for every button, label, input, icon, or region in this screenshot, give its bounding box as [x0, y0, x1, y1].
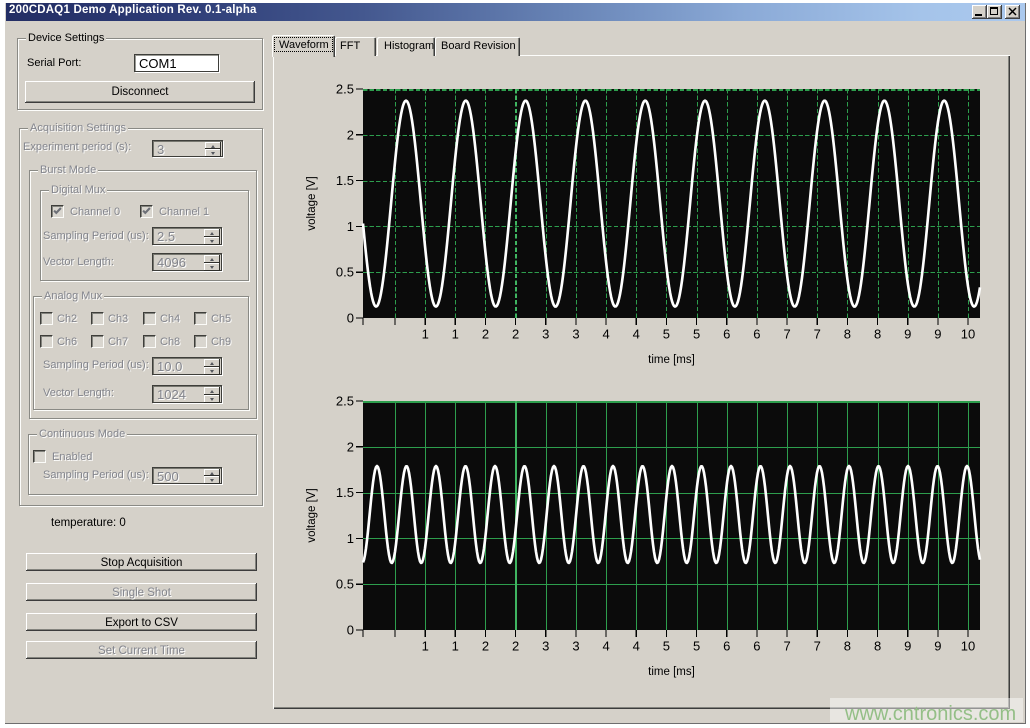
svg-text:6: 6 — [723, 639, 730, 654]
svg-text:1: 1 — [347, 219, 354, 234]
svg-text:8: 8 — [844, 639, 851, 654]
svg-text:0.5: 0.5 — [336, 265, 354, 280]
svg-text:6: 6 — [753, 639, 760, 654]
svg-text:2.5: 2.5 — [336, 394, 354, 409]
svg-text:9: 9 — [934, 639, 941, 654]
svg-text:1: 1 — [452, 639, 459, 654]
svg-text:1.5: 1.5 — [336, 173, 354, 188]
svg-text:0: 0 — [347, 311, 354, 326]
svg-text:10: 10 — [961, 639, 975, 654]
svg-text:5: 5 — [693, 327, 700, 342]
svg-text:5: 5 — [663, 327, 670, 342]
svg-text:2: 2 — [482, 639, 489, 654]
svg-text:8: 8 — [874, 639, 881, 654]
svg-text:8: 8 — [844, 327, 851, 342]
svg-text:0: 0 — [347, 623, 354, 638]
svg-text:5: 5 — [693, 639, 700, 654]
svg-text:4: 4 — [633, 639, 640, 654]
svg-text:3: 3 — [542, 639, 549, 654]
svg-text:4: 4 — [602, 327, 609, 342]
svg-text:2: 2 — [512, 327, 519, 342]
svg-text:2: 2 — [347, 439, 354, 454]
svg-text:10: 10 — [961, 327, 975, 342]
svg-text:9: 9 — [934, 327, 941, 342]
svg-text:9: 9 — [904, 639, 911, 654]
svg-text:6: 6 — [723, 327, 730, 342]
svg-text:voltage [V]: voltage [V] — [306, 488, 318, 542]
svg-text:4: 4 — [633, 327, 640, 342]
svg-text:9: 9 — [904, 327, 911, 342]
svg-text:3: 3 — [572, 639, 579, 654]
svg-text:5: 5 — [663, 639, 670, 654]
svg-text:7: 7 — [783, 639, 790, 654]
svg-text:1: 1 — [422, 639, 429, 654]
svg-text:3: 3 — [572, 327, 579, 342]
svg-text:time [ms]: time [ms] — [648, 354, 695, 366]
svg-text:1.5: 1.5 — [336, 485, 354, 500]
svg-text:voltage [V]: voltage [V] — [306, 176, 318, 230]
svg-text:1: 1 — [422, 327, 429, 342]
svg-text:0.5: 0.5 — [336, 577, 354, 592]
svg-text:7: 7 — [814, 327, 821, 342]
svg-text:1: 1 — [347, 531, 354, 546]
svg-text:3: 3 — [542, 327, 549, 342]
svg-text:2: 2 — [512, 639, 519, 654]
svg-text:8: 8 — [874, 327, 881, 342]
svg-text:1: 1 — [452, 327, 459, 342]
svg-text:6: 6 — [753, 327, 760, 342]
svg-text:2: 2 — [347, 127, 354, 142]
svg-text:7: 7 — [814, 639, 821, 654]
svg-text:2: 2 — [482, 327, 489, 342]
svg-text:7: 7 — [783, 327, 790, 342]
svg-text:2.5: 2.5 — [336, 82, 354, 97]
svg-text:4: 4 — [602, 639, 609, 654]
svg-text:time [ms]: time [ms] — [648, 666, 695, 678]
